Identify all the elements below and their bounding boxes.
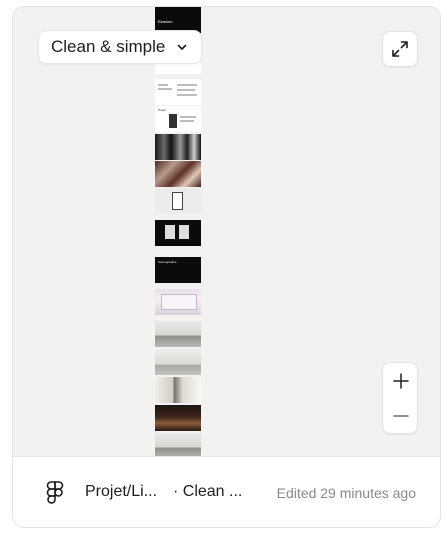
view-mode-label: Clean & simple (51, 37, 166, 56)
text-line (177, 84, 197, 86)
slide-image (172, 192, 183, 210)
slide-image (165, 225, 175, 239)
slide-thumbnail[interactable] (155, 289, 201, 315)
minus-icon (393, 414, 409, 417)
slide-title: Scénographie (158, 260, 177, 264)
zoom-out-button[interactable] (383, 398, 419, 433)
page-name-link[interactable]: · Clean ... (173, 483, 242, 501)
expand-button[interactable] (382, 31, 418, 67)
slide-thumbnail[interactable]: Scénographie (155, 257, 201, 283)
slide-thumbnail[interactable]: Projet (155, 106, 201, 132)
slide-image (169, 114, 177, 128)
canvas[interactable]: Elastom Projet Scénographie Clean & simp… (13, 7, 440, 459)
figma-logo-icon[interactable] (43, 480, 67, 504)
file-name-link[interactable]: Projet/Li... (85, 483, 157, 501)
prototype-embed-card: Elastom Projet Scénographie Clean & simp… (12, 6, 441, 528)
slide-thumbnail[interactable] (155, 161, 201, 187)
zoom-controls (382, 362, 418, 434)
slide-thumbnail[interactable] (155, 377, 201, 403)
text-line (180, 116, 196, 118)
text-line (177, 89, 195, 91)
expand-icon (392, 41, 408, 57)
slide-title: Projet (158, 108, 166, 112)
slide-thumbnail[interactable] (155, 220, 201, 246)
slide-thumbnail[interactable] (155, 321, 201, 347)
slide-title: Elastom (158, 19, 173, 24)
view-mode-dropdown[interactable]: Clean & simple (38, 30, 203, 64)
slide-thumbnail[interactable] (155, 79, 201, 105)
slide-image (179, 225, 189, 239)
slide-image (161, 294, 197, 310)
slide-filmstrip[interactable]: Elastom Projet Scénographie (155, 7, 201, 459)
embed-footer: Projet/Li... · Clean ... Edited 29 minut… (13, 456, 440, 527)
slide-thumbnail[interactable] (155, 349, 201, 375)
chevron-down-icon (178, 44, 187, 50)
slide-thumbnail[interactable] (155, 188, 201, 214)
zoom-in-button[interactable] (383, 363, 419, 398)
text-line (158, 88, 172, 90)
slide-thumbnail[interactable] (155, 405, 201, 431)
text-line (158, 84, 168, 86)
text-line (177, 94, 197, 96)
plus-icon (393, 372, 409, 389)
edited-timestamp: Edited 29 minutes ago (276, 485, 416, 501)
text-line (180, 120, 194, 122)
slide-thumbnail[interactable] (155, 134, 201, 160)
